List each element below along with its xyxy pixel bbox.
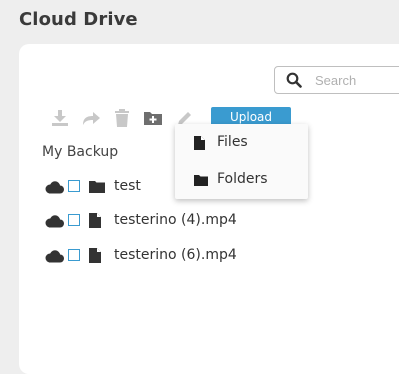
list-item[interactable]: testerino (6).mp4 <box>44 247 344 266</box>
share-icon[interactable] <box>81 109 101 127</box>
download-icon[interactable] <box>51 109 69 127</box>
trash-icon[interactable] <box>114 109 130 127</box>
upload-files-item[interactable]: Files <box>175 126 308 160</box>
list-item[interactable]: testerino (4).mp4 <box>44 212 344 231</box>
cloud-icon <box>45 250 64 263</box>
menu-item-label: Files <box>217 134 248 150</box>
cloud-icon <box>45 215 64 228</box>
breadcrumb: My Backup <box>42 144 119 160</box>
file-name[interactable]: testerino (4).mp4 <box>114 212 237 228</box>
list-item[interactable]: test <box>44 178 344 197</box>
file-name[interactable]: test <box>114 178 141 194</box>
cloud-icon <box>45 181 64 194</box>
page-title: Cloud Drive <box>19 9 138 30</box>
file-icon <box>89 213 101 228</box>
select-checkbox[interactable] <box>68 180 80 192</box>
new-folder-icon[interactable] <box>143 110 163 126</box>
search-box[interactable] <box>274 66 399 94</box>
search-icon <box>286 72 302 88</box>
file-name[interactable]: testerino (6).mp4 <box>114 247 237 263</box>
search-input[interactable] <box>315 71 395 89</box>
file-icon <box>89 248 101 263</box>
folder-icon <box>89 181 105 193</box>
file-icon <box>194 136 205 150</box>
select-checkbox[interactable] <box>68 214 80 226</box>
select-checkbox[interactable] <box>68 249 80 261</box>
